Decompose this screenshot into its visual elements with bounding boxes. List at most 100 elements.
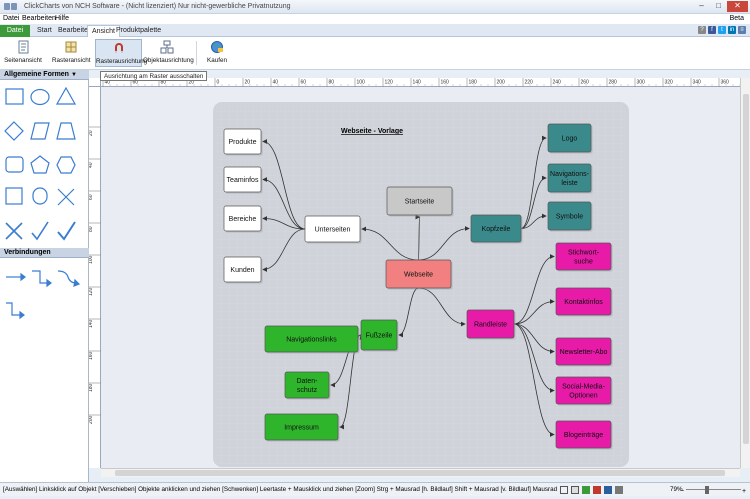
zoom-slider-thumb[interactable]	[705, 486, 709, 494]
node-webseite[interactable]: Webseite	[385, 259, 453, 290]
check-shape-icon[interactable]	[31, 221, 49, 241]
node-kopfzeile-item-label: leiste	[561, 180, 577, 187]
connections-header[interactable]: Verbindungen	[0, 248, 89, 258]
close-icon[interactable]: ✕	[727, 1, 748, 12]
node-randleiste-item[interactable]: Kontaktinfos	[555, 287, 613, 317]
octagon-shape-icon[interactable]	[32, 187, 48, 205]
node-unterseiten-item-label: Kunden	[230, 267, 254, 274]
node-kopfzeile[interactable]: Kopfzeile	[470, 214, 523, 244]
ruler-label: 140	[413, 80, 422, 86]
zoom-in-icon[interactable]: +	[742, 485, 746, 499]
objektausrichtung-button[interactable]: Objektausrichtung	[143, 39, 194, 67]
node-unterseiten-item[interactable]: Produkte	[223, 128, 263, 156]
node-kopfzeile-item-label: Symbole	[556, 214, 583, 221]
vertical-scroll-thumb[interactable]	[743, 94, 749, 444]
trapezoid-shape-icon[interactable]	[56, 122, 76, 140]
node-randleiste-item-label: suche	[574, 259, 593, 266]
minimize-icon[interactable]: –	[693, 1, 710, 12]
node-randleiste-item[interactable]: Newsletter-Abo	[555, 337, 613, 367]
cross-shape-icon[interactable]	[57, 188, 75, 206]
node-unterseiten-item[interactable]: Bereiche	[223, 205, 263, 233]
node-randleiste-item[interactable]: Social-Media- Optionen	[555, 376, 613, 406]
square-shape-icon[interactable]	[5, 187, 23, 205]
tab-produktpalette[interactable]: Produktpalette	[112, 25, 165, 37]
node-fusszeile-item-label: Impressum	[284, 425, 319, 432]
rectangle-shape-icon[interactable]	[5, 88, 24, 105]
shape-grid	[0, 81, 89, 247]
maximize-icon[interactable]: □	[710, 1, 727, 12]
node-startseite[interactable]: Startseite	[386, 186, 454, 217]
drawing-canvas[interactable]: Webseite Startseite Unterseiten Kopfzeile Fu…	[101, 87, 740, 468]
elbow-down-connector-icon[interactable]	[6, 302, 25, 320]
node-kopfzeile-label: Kopfzeile	[482, 226, 511, 233]
linkedin-icon[interactable]: in	[728, 26, 736, 34]
facebook-icon[interactable]: f	[708, 26, 716, 34]
shapes-header[interactable]: Allgemeine Formen ▼	[0, 70, 89, 80]
node-fusszeile-item[interactable]: Navigationslinks	[264, 325, 360, 354]
tab-datei[interactable]: Datei	[0, 25, 30, 37]
node-unterseiten[interactable]: Unterseiten	[304, 215, 362, 244]
diagram-title[interactable]: Webseite - Vorlage	[341, 128, 403, 135]
node-randleiste-item-label: Newsletter-Abo	[560, 349, 608, 356]
hexagon-shape-icon[interactable]	[56, 156, 76, 174]
node-randleiste-item-label: Blogeinträge	[564, 432, 603, 439]
share-icon[interactable]: ≡	[738, 26, 746, 34]
rounded-rect-shape-icon[interactable]	[5, 156, 24, 173]
curved-connector-icon[interactable]	[57, 270, 81, 287]
rasteransicht-button[interactable]: Rasteransicht	[52, 39, 91, 67]
checkmark-bold-shape-icon[interactable]	[57, 221, 76, 241]
diamond-shape-icon[interactable]	[4, 121, 24, 141]
node-webseite-label: Webseite	[404, 272, 433, 279]
menu-datei[interactable]: Datei	[3, 15, 19, 22]
node-fusszeile[interactable]: Fußzeile	[360, 319, 399, 352]
ruler-label: 200	[497, 80, 506, 86]
app-icon[interactable]	[604, 486, 612, 494]
kaufen-button[interactable]: Kaufen	[203, 39, 231, 67]
node-kopfzeile-item[interactable]: Symbole	[547, 201, 593, 232]
straight-connector-icon[interactable]	[6, 272, 26, 282]
x-mark-shape-icon[interactable]	[5, 222, 23, 240]
ruler-label: 80	[329, 80, 335, 86]
ruler-vertical: 20 40 60 80 100 120 140 160 180 200	[89, 87, 101, 468]
menu-hilfe[interactable]: Hilfe	[55, 15, 69, 22]
shape-library-panel: Allgemeine Formen ▼ Verbindungen	[0, 70, 89, 482]
pentagon-shape-icon[interactable]	[30, 155, 50, 174]
quick-access-icons[interactable]	[4, 3, 18, 11]
horizontal-scroll-thumb[interactable]	[115, 470, 725, 476]
tab-start[interactable]: Start	[33, 25, 56, 37]
node-randleiste[interactable]: Randleiste	[466, 309, 516, 340]
parallelogram-shape-icon[interactable]	[30, 122, 50, 140]
node-randleiste-item[interactable]: Blogeinträge	[555, 420, 613, 450]
ellipse-shape-icon[interactable]	[30, 88, 50, 106]
shapes-header-label: Allgemeine Formen	[4, 71, 69, 78]
node-kopfzeile-item[interactable]: Navigations-leiste	[547, 163, 593, 194]
status-icons	[560, 486, 623, 494]
elbow-connector-icon[interactable]	[32, 270, 52, 288]
node-randleiste-item[interactable]: Stichwort-suche	[555, 242, 613, 272]
chevron-down-icon[interactable]: ▼	[71, 70, 77, 80]
twitter-icon[interactable]: t	[718, 26, 726, 34]
help-icon[interactable]: ?	[698, 26, 706, 34]
ruler-label: 40	[89, 162, 94, 168]
horizontal-scrollbar[interactable]	[101, 468, 740, 477]
ruler-label: 60	[89, 194, 94, 200]
node-unterseiten-item[interactable]: Teaminfos	[223, 166, 263, 194]
zoom-slider[interactable]	[686, 489, 741, 490]
menu-bearbeiten[interactable]: Bearbeiten	[22, 15, 56, 22]
ruler-label: 180	[89, 383, 94, 392]
nch-icon[interactable]	[582, 486, 590, 494]
seitenansicht-button[interactable]: Seitenansicht	[4, 39, 42, 67]
triangle-shape-icon[interactable]	[55, 86, 77, 105]
node-unterseiten-item[interactable]: Kunden	[223, 256, 263, 284]
node-fusszeile-item[interactable]: Daten-schutz	[284, 371, 331, 400]
nch-suite-icon[interactable]	[593, 486, 601, 494]
zoom-out-icon[interactable]: −	[680, 485, 684, 499]
node-kopfzeile-item[interactable]: Logo	[547, 123, 593, 154]
menu-bar: Datei Bearbeiten Hilfe Beta	[0, 14, 750, 24]
page-icon[interactable]	[571, 486, 579, 494]
rasterausrichtung-button[interactable]: Rasterausrichtung	[95, 39, 147, 67]
vertical-scrollbar[interactable]	[740, 78, 750, 468]
fit-page-icon[interactable]	[560, 486, 568, 494]
node-fusszeile-item[interactable]: Impressum	[264, 413, 340, 442]
settings-icon[interactable]	[615, 486, 623, 494]
